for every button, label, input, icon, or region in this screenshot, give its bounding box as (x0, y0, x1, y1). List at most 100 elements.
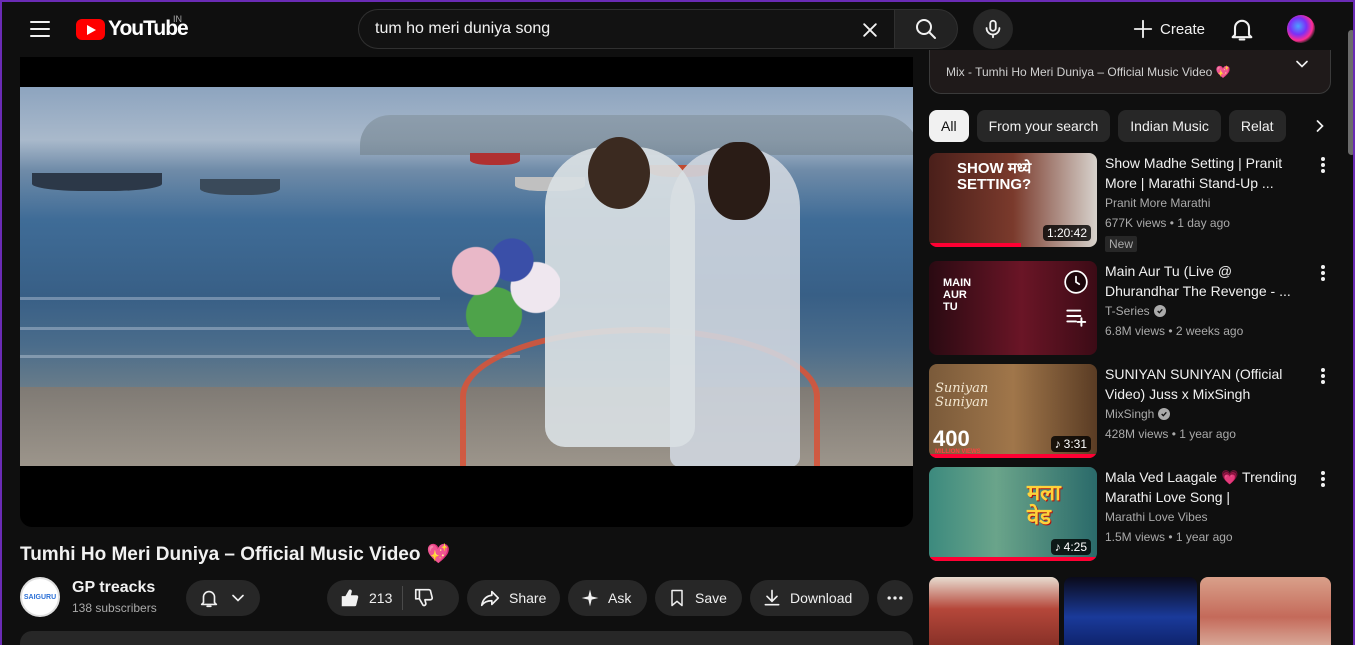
more-actions-button[interactable] (877, 580, 913, 616)
recommendation-item[interactable]: SHOW मध्ये SETTING? 1:20:42 Show Madhe S… (929, 153, 1331, 252)
like-divider (402, 586, 404, 610)
like-dislike-group: 213 (327, 580, 459, 616)
chip-indian-music[interactable]: Indian Music (1118, 110, 1221, 142)
duration-badge: ♪ 3:31 (1050, 436, 1091, 452)
thumbnail-text: SHOW मध्ये SETTING? (957, 160, 1032, 193)
recommendation-item[interactable]: Suniyan Suniyan 400 MILLION VIEWS ♪ 3:31… (929, 364, 1331, 458)
chevron-down-icon (232, 594, 244, 602)
close-icon[interactable] (860, 20, 880, 40)
new-badge: New (1105, 236, 1138, 252)
create-label: Create (1160, 20, 1206, 38)
rec-channel[interactable]: Pranit More Marathi (1105, 196, 1210, 210)
rec-channel[interactable]: Marathi Love Vibes (1105, 510, 1208, 524)
chip-from-your-search[interactable]: From your search (976, 110, 1111, 142)
youtube-logo[interactable]: YouTube (76, 17, 189, 41)
filter-chips: All From your search Indian Music Relat (929, 110, 1331, 142)
rec-title[interactable]: Main Aur Tu (Live @ Dhurandhar The Reven… (1105, 261, 1305, 301)
scene-man-head (588, 137, 650, 209)
rec-channel[interactable]: T-Series (1105, 304, 1166, 318)
recommendation-item[interactable]: मला वेड ♪ 4:25 Mala Ved Laagale 💗 Trendi… (929, 467, 1331, 561)
video-title: Tumhi Ho Meri Duniya – Official Music Vi… (20, 542, 450, 566)
create-button[interactable]: Create (1118, 9, 1219, 49)
watch-progress-bar (929, 454, 1097, 458)
ask-button[interactable]: Ask (568, 580, 647, 616)
search-icon (916, 19, 936, 39)
thumbs-down-icon (415, 588, 434, 606)
scene-wave (20, 355, 520, 358)
share-button[interactable]: Share (467, 580, 560, 616)
music-note-icon: ♪ (1054, 540, 1061, 554)
download-icon (764, 589, 780, 606)
more-vertical-icon[interactable] (1315, 366, 1331, 386)
voice-search-button[interactable] (973, 9, 1013, 49)
mix-playlist-panel[interactable]: Mix - Tumhi Ho Meri Duniya – Official Mu… (929, 50, 1331, 94)
bell-icon (200, 590, 218, 608)
chips-next-button[interactable] (1290, 110, 1330, 142)
menu-icon[interactable] (28, 17, 52, 41)
subscription-bell-button[interactable] (186, 580, 260, 616)
share-label: Share (509, 590, 547, 606)
scene-boat (32, 173, 162, 191)
page-scrollbar[interactable] (1348, 30, 1355, 155)
download-button[interactable]: Download (750, 580, 869, 616)
like-button[interactable]: 213 (339, 587, 392, 609)
add-to-queue-icon[interactable] (1063, 303, 1089, 329)
verified-icon (1153, 305, 1166, 317)
subscriber-count: 138 subscribers (72, 601, 157, 615)
shorts-thumbnail[interactable] (1200, 577, 1331, 645)
video-thumbnail[interactable]: मला वेड ♪ 4:25 (929, 467, 1097, 561)
ask-label: Ask (608, 590, 632, 606)
rec-channel-name: MixSingh (1105, 407, 1155, 421)
rec-title[interactable]: SUNIYAN SUNIYAN (Official Video) Juss x … (1105, 364, 1305, 404)
mix-title: Mix - Tumhi Ho Meri Duniya – Official Mu… (946, 65, 1231, 79)
search-box (358, 9, 894, 49)
shorts-thumbnail[interactable] (929, 577, 1059, 645)
scene-boat (470, 153, 520, 165)
more-vertical-icon[interactable] (1315, 155, 1331, 175)
rec-title[interactable]: Mala Ved Laagale 💗 Trending Marathi Love… (1105, 467, 1305, 507)
microphone-icon (985, 19, 1001, 39)
search-button[interactable] (894, 9, 958, 49)
chip-label: Relat (1240, 118, 1274, 134)
chip-label: All (941, 118, 957, 134)
rec-title[interactable]: Show Madhe Setting | Pranit More | Marat… (1105, 153, 1305, 193)
notifications-bell-icon[interactable] (1228, 15, 1256, 43)
chip-all[interactable]: All (929, 110, 969, 142)
rec-meta: 1.5M views • 1 year ago (1105, 530, 1233, 544)
plus-icon (1133, 19, 1153, 39)
duration-badge: 1:20:42 (1042, 225, 1091, 241)
scene-wave (20, 327, 500, 330)
rec-meta: 677K views • 1 day ago (1105, 216, 1230, 230)
channel-avatar[interactable]: SAIGURU (20, 577, 60, 617)
more-vertical-icon[interactable] (1315, 263, 1331, 283)
chip-related[interactable]: Relat (1228, 110, 1286, 142)
chevron-down-icon[interactable] (1292, 54, 1312, 74)
save-label: Save (695, 590, 727, 606)
bookmark-icon (671, 589, 683, 607)
description-panel[interactable] (20, 631, 913, 645)
video-thumbnail[interactable]: MAIN AUR TU (929, 261, 1097, 355)
shorts-thumbnail[interactable] (1064, 577, 1197, 645)
dislike-button[interactable] (413, 586, 435, 611)
more-vertical-icon[interactable] (1315, 469, 1331, 489)
thumbnail-text: MAIN AUR TU (943, 277, 972, 313)
thumbnail-text: मला वेड (1027, 480, 1061, 529)
thumbnail-script-text: Suniyan Suniyan (935, 381, 989, 410)
search-input[interactable] (375, 20, 845, 38)
download-label: Download (790, 590, 853, 606)
save-button[interactable]: Save (655, 580, 742, 616)
sparkle-icon (581, 589, 599, 607)
watch-later-clock-icon[interactable] (1063, 269, 1089, 295)
recommendation-item[interactable]: MAIN AUR TU Main Aur Tu (Live @ Dhurandh… (929, 261, 1331, 355)
video-player[interactable] (20, 57, 913, 527)
rec-channel-name: Pranit More Marathi (1105, 196, 1211, 210)
chip-label: Indian Music (1130, 118, 1209, 134)
rec-channel[interactable]: MixSingh (1105, 407, 1171, 421)
user-avatar[interactable] (1287, 15, 1315, 43)
video-thumbnail[interactable]: SHOW मध्ये SETTING? 1:20:42 (929, 153, 1097, 247)
channel-name[interactable]: GP treacks (72, 579, 155, 597)
rec-channel-name: T-Series (1105, 304, 1150, 318)
youtube-play-icon (76, 18, 105, 40)
scene-flowers (440, 227, 560, 337)
video-thumbnail[interactable]: Suniyan Suniyan 400 MILLION VIEWS ♪ 3:31 (929, 364, 1097, 458)
